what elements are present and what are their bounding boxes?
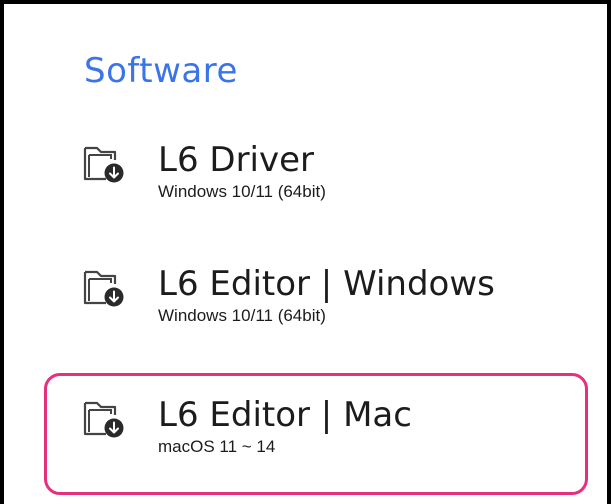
folder-download-icon [83,146,124,183]
download-item-l6-editor-windows[interactable]: L6 Editor | Windows Windows 10/11 (64bit… [82,266,495,326]
download-item-l6-editor-mac[interactable]: L6 Editor | Mac macOS 11 ~ 14 [82,397,412,457]
item-requirement: macOS 11 ~ 14 [158,437,276,456]
item-requirement: Windows 10/11 (64bit) [158,182,326,201]
item-requirement: Windows 10/11 (64bit) [158,306,326,325]
item-name: L6 Driver [158,140,315,180]
folder-download-icon [83,401,124,438]
item-name: L6 Editor | Mac [158,395,412,435]
folder-download-icon [83,270,124,307]
download-item-l6-driver[interactable]: L6 Driver Windows 10/11 (64bit) [82,142,326,202]
content-frame: Software L6 Driver Windows 10/11 (64bit)… [0,0,611,504]
item-name: L6 Editor | Windows [158,264,495,304]
section-title: Software [84,51,238,91]
